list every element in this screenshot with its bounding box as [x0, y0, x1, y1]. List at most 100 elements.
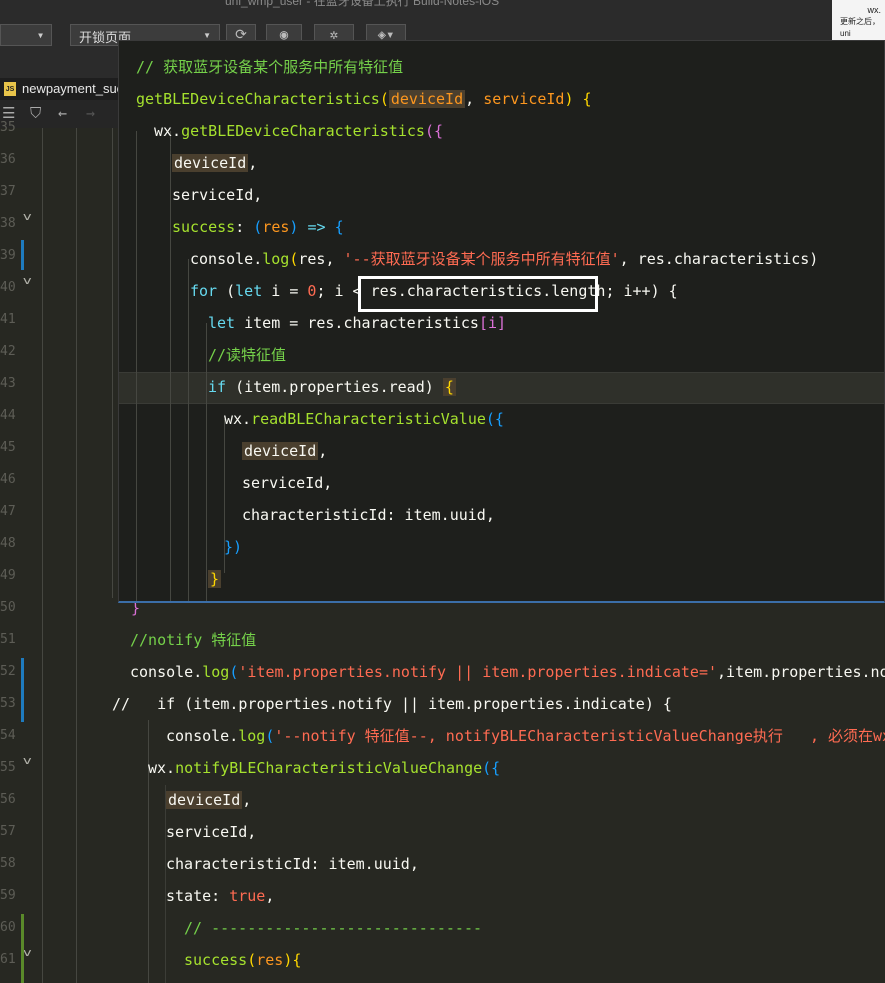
code-token: deviceId: [166, 791, 243, 809]
line-number: 53: [0, 696, 16, 711]
code-comment: //读特征值: [208, 346, 287, 364]
indent-guide: [188, 259, 189, 601]
code-token: =>: [307, 218, 326, 236]
code-string: 'item.properties.notify || item.properti…: [238, 663, 718, 681]
line-number: 43: [0, 376, 16, 391]
indent-guide: [76, 128, 77, 983]
code-token: {: [442, 378, 456, 396]
selection-highlight-box: [358, 276, 598, 312]
code-line: success(res){: [184, 944, 301, 976]
code-line: getBLEDeviceCharacteristics(deviceId, se…: [136, 83, 592, 115]
code-token: item = res.characteristics: [235, 314, 479, 332]
window-title: uni_wmp_user - 在蓝牙设备上执行 Build-Notes-iOS: [225, 0, 500, 8]
indent-guide: [112, 128, 113, 598]
code-token: {: [582, 90, 592, 108]
code-token: success: [184, 951, 248, 969]
code-line: characteristicId: item.uuid,: [242, 506, 495, 524]
code-token: res: [256, 951, 284, 969]
line-number: 61: [0, 952, 16, 967]
code-token: log: [262, 250, 290, 268]
line-number: 42: [0, 344, 16, 359]
code-token: ({: [485, 410, 504, 428]
definition-peek-popup: // 获取蓝牙设备某个服务中所有特征值 getBLEDeviceCharacte…: [118, 40, 885, 603]
code-token: true: [229, 887, 266, 905]
chevron-down-icon: ▼: [38, 31, 43, 40]
line-number: 52: [0, 664, 16, 679]
device-dropdown[interactable]: ▼: [0, 24, 52, 46]
code-token: wx.: [224, 410, 252, 428]
line-number: 39: [0, 248, 16, 263]
indent-guide: [170, 131, 171, 601]
code-line: // if (item.properties.notify || item.pr…: [112, 695, 672, 713]
code-token: getBLEDeviceCharacteristics: [136, 90, 380, 108]
code-token: log: [202, 663, 230, 681]
fold-chevron-icon[interactable]: v: [23, 754, 32, 767]
forward-arrow-icon[interactable]: →: [86, 104, 95, 122]
code-line: serviceId,: [172, 179, 262, 211]
code-line: state: true,: [166, 880, 274, 912]
code-line: deviceId,: [166, 784, 251, 816]
code-token: wx.: [154, 122, 182, 140]
code-token: success: [172, 218, 236, 236]
line-number: 48: [0, 536, 16, 551]
fold-chevron-icon[interactable]: v: [23, 210, 32, 223]
line-number: 36: [0, 152, 16, 167]
code-token: serviceId: [483, 90, 565, 108]
code-token: console.: [190, 250, 263, 268]
code-token: res,: [298, 250, 344, 268]
line-number: 54: [0, 728, 16, 743]
code-token: ,: [253, 186, 263, 204]
code-comment: // ------------------------------: [184, 919, 483, 937]
line-number: 41: [0, 312, 16, 327]
line-number: 57: [0, 824, 16, 839]
line-number: 58: [0, 856, 16, 871]
line-number: 59: [0, 888, 16, 903]
line-number: 55: [0, 760, 16, 775]
closing-brace: }: [208, 563, 222, 595]
code-comment: // 获取蓝牙设备某个服务中所有特征值: [136, 58, 404, 76]
code-line: console.log('item.properties.notify || i…: [130, 656, 885, 688]
code-token: (: [253, 218, 263, 236]
fold-chevron-icon[interactable]: v: [23, 274, 32, 287]
code-line: characteristicId: item.uuid,: [166, 855, 419, 873]
js-file-icon: JS: [4, 82, 16, 96]
code-token: ,: [465, 90, 484, 108]
line-number: 40: [0, 280, 16, 295]
git-change-marker: [21, 658, 24, 722]
code-token: if: [208, 378, 227, 396]
code-token: res: [262, 218, 290, 236]
closing-brace: }): [224, 538, 243, 556]
indent-guide: [42, 128, 43, 983]
code-string: '--notify 特征值--, notifyBLECharacteristic…: [274, 727, 885, 745]
line-number: 45: [0, 440, 16, 455]
code-token: i =: [262, 282, 308, 300]
code-token: ,: [318, 442, 328, 460]
code-token: }: [208, 570, 222, 588]
code-token: wx.: [148, 759, 176, 777]
back-arrow-icon[interactable]: ←: [58, 104, 67, 122]
fold-chevron-icon[interactable]: v: [23, 946, 32, 959]
chevron-down-icon: ▼: [203, 31, 211, 40]
code-line: wx.readBLECharacteristicValue({: [224, 403, 504, 435]
code-token: (item.properties.read): [226, 378, 443, 396]
file-tab[interactable]: JS newpayment_suc: [0, 78, 125, 100]
code-token: notifyBLECharacteristicValueChange: [175, 759, 483, 777]
preview-title: wx.: [867, 5, 882, 15]
code-token: ,: [248, 154, 258, 172]
line-number: 46: [0, 472, 16, 487]
code-line: serviceId,: [242, 467, 332, 499]
code-line: console.log(res, '--获取蓝牙设备某个服务中所有特征值', r…: [190, 243, 818, 275]
bookmark-icon[interactable]: ⛉: [30, 104, 41, 122]
code-token: ,item.properties.notify: [717, 663, 885, 681]
line-number: 49: [0, 568, 16, 583]
line-number: 50: [0, 600, 16, 615]
code-token: readBLECharacteristicValue: [251, 410, 486, 428]
code-token: let: [235, 282, 263, 300]
code-token: ){: [283, 951, 302, 969]
code-line: console.log('--notify 特征值--, notifyBLECh…: [166, 720, 885, 752]
line-number: 60: [0, 920, 16, 935]
code-token: deviceId: [242, 442, 319, 460]
preview-panel: wx. 更新之后，uni: [832, 0, 885, 40]
code-string: '--获取蓝牙设备某个服务中所有特征值': [343, 250, 620, 268]
